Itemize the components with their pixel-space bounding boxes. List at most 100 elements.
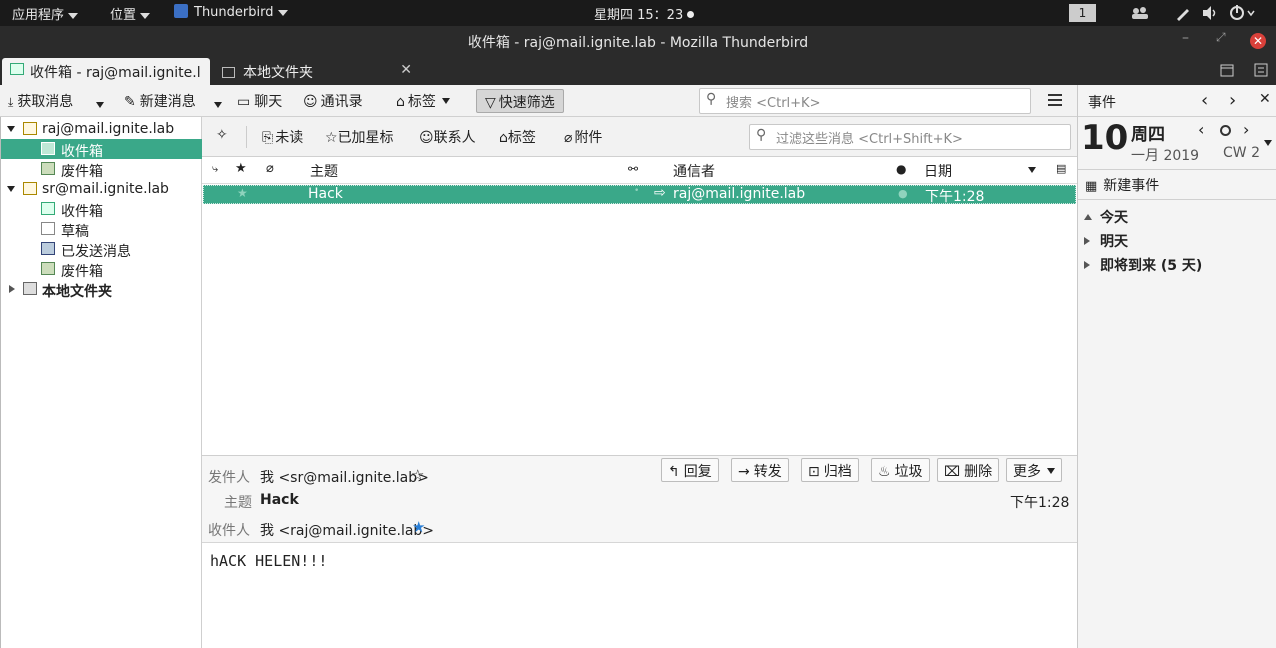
table-row[interactable]: ★ Hack • ⇨ raj@mail.ignite.lab ● 下午1:28 [203,185,1076,205]
clock[interactable]: 星期四 15：23 [594,4,695,23]
read-status-column-icon[interactable]: ● [896,162,906,176]
calendar-week: CW 2 [1223,145,1260,161]
today-pane-title: 事件 [1088,95,1116,111]
folder-drafts-sr[interactable]: 草稿 [1,219,202,240]
inbox-icon [41,202,55,215]
folder-inbox-sr[interactable]: 收件箱 [1,199,202,220]
next-day-icon[interactable]: › [1243,120,1249,139]
folder-account-sr[interactable]: sr@mail.ignite.lab [1,179,202,199]
filter-unread-button[interactable]: ⎘ 未读 [262,127,303,147]
close-icon[interactable]: ✕ [1250,33,1266,49]
star-outline-icon[interactable]: ☆ [411,466,424,484]
quick-filter-bar: ✧ ⎘ 未读 ☆已加星标 ☺联系人 ⌂标签 ⌀ 附件 ⚲ 过滤这些消息 <Ctrl+S… [202,117,1077,157]
chevron-left-icon[interactable]: ‹ [1201,90,1208,111]
prev-day-icon[interactable]: ‹ [1198,120,1204,139]
chat-button[interactable]: ▭ 聊天 [237,91,282,111]
close-icon[interactable]: ✕ [1259,91,1271,107]
filter-tags-button[interactable]: ⌂标签 [499,127,536,147]
write-dropdown[interactable] [214,96,222,112]
power-icon[interactable] [1229,5,1257,21]
message-body[interactable]: hACK HELEN!!! [202,543,1077,648]
subject-column-header[interactable]: 主题 [310,161,338,181]
folder-trash-sr[interactable]: 废件箱 [1,259,202,280]
chat-label: 聊天 [254,94,283,110]
flame-icon: ♨ [878,464,891,480]
star-filled-icon[interactable]: ★ [412,518,425,536]
pencil-icon: ✎ [124,94,136,110]
folder-account-raj[interactable]: raj@mail.ignite.lab [1,119,202,139]
places-menu[interactable]: 位置 [110,4,151,23]
sticky-pin-icon[interactable]: ✧ [216,127,228,143]
tag-button[interactable]: ⌂ 标签 [396,91,450,111]
main-toolbar: ⤓ 获取消息 ✎ 新建消息 ▭ 聊天 ☺ 通讯录 ⌂ 标签 ▽ 快速筛选 ⚲ 搜索 <Ctrl… [0,85,1077,117]
from-value[interactable]: 我 <sr@mail.ignite.lab> [260,467,429,487]
filter-attachment-button[interactable]: ⌀ 附件 [564,127,602,147]
folder-trash-raj[interactable]: 废件箱 [1,159,202,180]
thread-column-icon[interactable]: ⤷ [212,162,218,176]
quick-filter-button[interactable]: ▽ 快速筛选 [476,89,564,113]
window-title: 收件箱 - raj@mail.ignite.lab - Mozilla Thun… [467,35,809,51]
sent-icon [41,242,55,255]
to-value[interactable]: 我 <raj@mail.ignite.lab> [260,520,434,540]
people-icon[interactable] [1131,6,1149,20]
write-button[interactable]: ✎ 新建消息 [124,91,196,111]
column-picker-icon[interactable]: ▤ [1056,162,1066,175]
chevron-right-icon[interactable]: › [1229,90,1236,111]
junk-button[interactable]: ♨ 垃圾 [871,458,930,482]
filter-messages-input[interactable]: ⚲ 过滤这些消息 <Ctrl+Shift+K> [749,124,1071,150]
section-tomorrow[interactable]: 明天 [1084,231,1128,251]
applications-menu[interactable]: 应用程序 [12,4,79,23]
folder-inbox-raj[interactable]: 收件箱 [1,139,202,160]
volume-icon[interactable] [1201,5,1219,21]
workspace-indicator[interactable]: 1 [1069,4,1096,22]
row-date: 下午1:28 [925,189,985,205]
message-date: 下午1:28 [1010,495,1070,511]
pen-icon[interactable] [1175,5,1191,21]
folder-local[interactable]: 本地文件夹 [1,279,202,300]
get-mail-button[interactable]: ⤓ 获取消息 [8,91,73,111]
filter-icon: ▽ [485,95,496,111]
tab-inbox[interactable]: 收件箱 - raj@mail.ignite.la [2,58,210,85]
maximize-icon[interactable]: ⤢ [1216,30,1226,45]
delete-label: 删除 [964,464,993,480]
inbox-icon [41,142,55,155]
chat-icon: ▭ [237,94,251,110]
search-icon: ⚲ [706,91,717,107]
section-today[interactable]: 今天 [1084,207,1128,227]
sort-chevron-icon[interactable] [1028,167,1036,173]
tab-close-icon[interactable]: ✕ [400,62,412,78]
filter-placeholder: 过滤这些消息 <Ctrl+Shift+K> [776,132,963,147]
trash-icon: ⌧ [944,464,961,480]
divider [1078,116,1276,117]
new-event-button[interactable]: ▦ 新建事件 [1085,175,1159,195]
attachment-column-icon[interactable]: ⌀ [266,161,274,176]
minimize-icon[interactable]: – [1182,30,1189,46]
reply-button[interactable]: ↰ 回复 [661,458,719,482]
chevron-down-icon[interactable] [1264,140,1272,146]
filter-contact-button[interactable]: ☺联系人 [419,127,476,147]
star-column-icon[interactable]: ★ [235,161,247,176]
star-icon[interactable]: ★ [237,186,248,200]
forward-button[interactable]: → 转发 [731,458,789,482]
app-menu[interactable]: Thunderbird [174,4,288,20]
tab-local-folders[interactable]: 本地文件夹 ✕ [214,58,420,85]
address-book-button[interactable]: ☺ 通讯录 [303,91,363,111]
tasks-tab-icon[interactable] [1254,63,1268,77]
folder-sent-sr[interactable]: 已发送消息 [1,239,202,260]
filter-starred-label: 已加星标 [337,130,394,146]
archive-button[interactable]: ⊡ 归档 [801,458,859,482]
today-circle-icon[interactable] [1220,125,1231,136]
junk-column-icon[interactable]: ⚯ [628,162,638,176]
filter-starred-button[interactable]: ☆已加星标 [325,127,394,147]
search-input[interactable]: ⚲ 搜索 <Ctrl+K> [699,88,1031,114]
more-button[interactable]: 更多 [1006,458,1062,482]
correspondent-column-header[interactable]: 通信者 [673,161,715,181]
menu-icon[interactable] [1048,94,1062,106]
get-mail-dropdown[interactable] [96,96,104,112]
section-upcoming[interactable]: 即将到来 (5 天) [1084,255,1202,275]
date-column-header[interactable]: 日期 [924,161,952,181]
calendar-tab-icon[interactable] [1220,63,1234,77]
tag-label: 标签 [407,94,436,110]
read-status-icon: ● [898,187,908,200]
delete-button[interactable]: ⌧ 删除 [937,458,1000,482]
